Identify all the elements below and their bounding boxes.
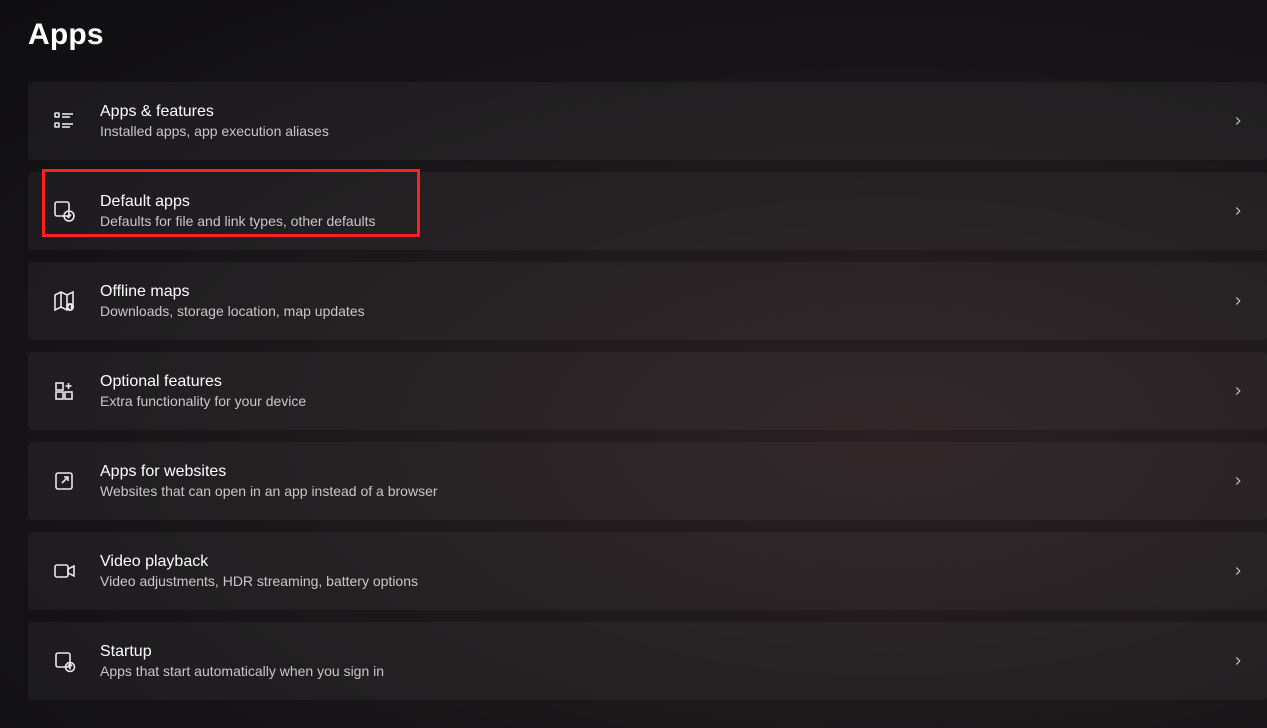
list-icon [50, 107, 78, 135]
item-text: Default apps Defaults for file and link … [100, 193, 1231, 229]
item-text: Startup Apps that start automatically wh… [100, 643, 1231, 679]
item-title: Apps for websites [100, 463, 1231, 481]
default-apps-icon [50, 197, 78, 225]
settings-list: Apps & features Installed apps, app exec… [0, 82, 1267, 700]
item-text: Apps for websites Websites that can open… [100, 463, 1231, 499]
item-default-apps[interactable]: Default apps Defaults for file and link … [28, 172, 1267, 250]
item-apps-features[interactable]: Apps & features Installed apps, app exec… [28, 82, 1267, 160]
item-desc: Video adjustments, HDR streaming, batter… [100, 573, 1231, 589]
item-text: Apps & features Installed apps, app exec… [100, 103, 1231, 139]
item-video-playback[interactable]: Video playback Video adjustments, HDR st… [28, 532, 1267, 610]
page-title: Apps [0, 0, 1267, 52]
item-text: Offline maps Downloads, storage location… [100, 283, 1231, 319]
item-desc: Extra functionality for your device [100, 393, 1231, 409]
item-startup[interactable]: Startup Apps that start automatically wh… [28, 622, 1267, 700]
chevron-right-icon [1231, 294, 1245, 308]
item-desc: Installed apps, app execution aliases [100, 123, 1231, 139]
item-title: Optional features [100, 373, 1231, 391]
item-text: Video playback Video adjustments, HDR st… [100, 553, 1231, 589]
map-icon [50, 287, 78, 315]
item-title: Video playback [100, 553, 1231, 571]
item-desc: Defaults for file and link types, other … [100, 213, 1231, 229]
item-title: Apps & features [100, 103, 1231, 121]
item-text: Optional features Extra functionality fo… [100, 373, 1231, 409]
item-title: Startup [100, 643, 1231, 661]
item-offline-maps[interactable]: Offline maps Downloads, storage location… [28, 262, 1267, 340]
chevron-right-icon [1231, 204, 1245, 218]
chevron-right-icon [1231, 654, 1245, 668]
item-desc: Apps that start automatically when you s… [100, 663, 1231, 679]
startup-icon [50, 647, 78, 675]
grid-plus-icon [50, 377, 78, 405]
item-desc: Websites that can open in an app instead… [100, 483, 1231, 499]
item-apps-for-websites[interactable]: Apps for websites Websites that can open… [28, 442, 1267, 520]
chevron-right-icon [1231, 474, 1245, 488]
item-optional-features[interactable]: Optional features Extra functionality fo… [28, 352, 1267, 430]
item-desc: Downloads, storage location, map updates [100, 303, 1231, 319]
item-title: Default apps [100, 193, 1231, 211]
chevron-right-icon [1231, 384, 1245, 398]
item-title: Offline maps [100, 283, 1231, 301]
chevron-right-icon [1231, 114, 1245, 128]
external-link-icon [50, 467, 78, 495]
video-icon [50, 557, 78, 585]
chevron-right-icon [1231, 564, 1245, 578]
